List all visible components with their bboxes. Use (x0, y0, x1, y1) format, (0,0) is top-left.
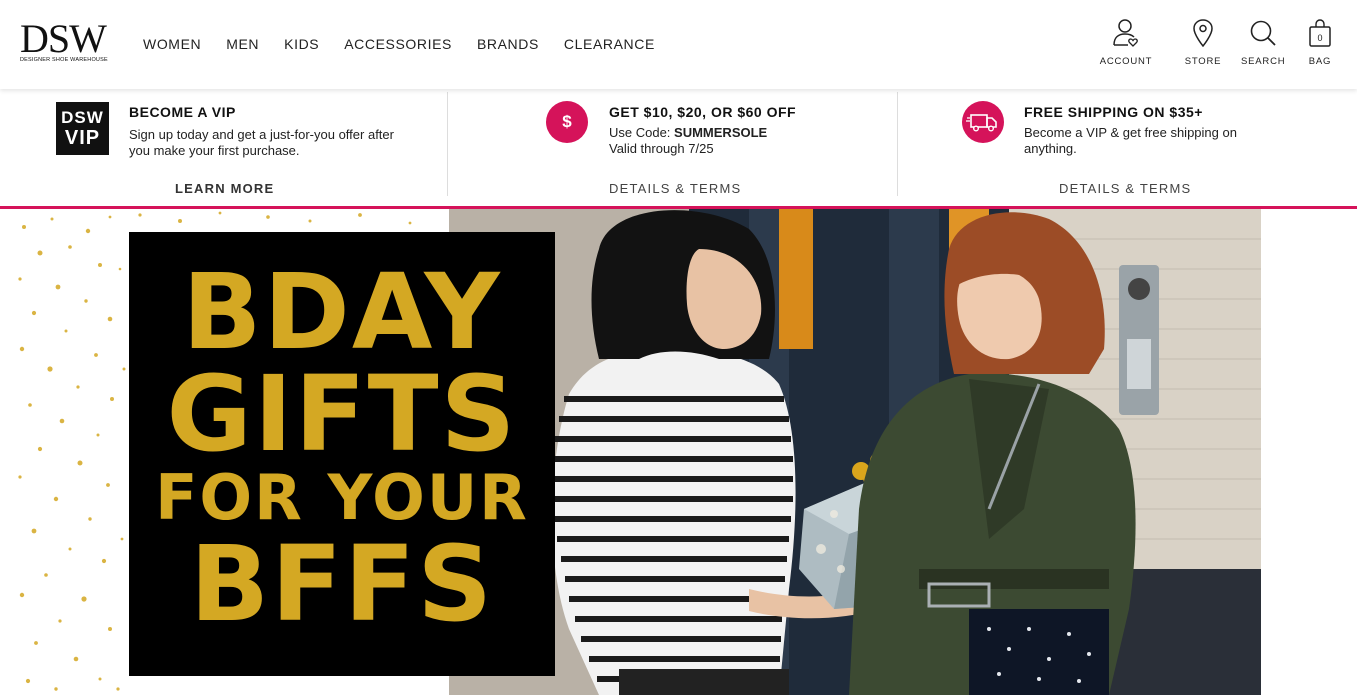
bday-promo-panel[interactable]: BDAY GIFTS FOR YOUR BFFS (129, 232, 555, 676)
hero-headline-line1: BDAY (182, 251, 502, 373)
hero-headline-line3: FOR YOUR (155, 461, 529, 534)
account-icon (1113, 19, 1138, 47)
dsw-logo[interactable]: DSW DESIGNER SHOE WAREHOUSE (20, 16, 120, 64)
vip-learn-more-link[interactable]: LEARN MORE (175, 181, 274, 196)
hero-headline-line2: GIFTS (166, 353, 518, 475)
offer-code-line: Use Code: SUMMERSOLE (609, 125, 767, 141)
nav-women[interactable]: WOMEN (143, 36, 201, 52)
store-button[interactable]: STORE (1183, 18, 1223, 67)
nav-brands[interactable]: BRANDS (477, 36, 539, 52)
bag-label: BAG (1308, 56, 1332, 67)
search-icon (1250, 20, 1276, 46)
offer-code: SUMMERSOLE (674, 125, 768, 140)
site-header: DSW DESIGNER SHOE WAREHOUSE WOMEN MEN KI… (0, 0, 1357, 89)
bag-count: 0 (1317, 33, 1322, 43)
offer-validity: Valid through 7/25 (609, 141, 714, 156)
hero-photo-illustration (449, 209, 1261, 695)
logo-wordmark: DSW (20, 16, 107, 61)
offer-title: GET $10, $20, OR $60 OFF (609, 104, 797, 120)
nav-clearance[interactable]: CLEARANCE (564, 36, 655, 52)
vip-description: Sign up today and get a just-for-you off… (129, 127, 394, 158)
delivery-truck-icon (962, 101, 1004, 143)
hero-headline-line4: BFFS (189, 523, 495, 645)
logo-tagline: DESIGNER SHOE WAREHOUSE (20, 57, 108, 63)
promo-offer: $ GET $10, $20, OR $60 OFF Use Code: SUM… (448, 89, 897, 197)
hero-photo-friends-gift (449, 209, 1261, 695)
hero-banner[interactable]: BDAY GIFTS FOR YOUR BFFS (0, 209, 1357, 695)
promo-bar: DSW VIP BECOME A VIP Sign up today and g… (0, 89, 1357, 207)
shipping-title: FREE SHIPPING ON $35+ (1024, 104, 1203, 120)
account-label: ACCOUNT (1099, 56, 1153, 67)
main-nav: WOMEN MEN KIDS ACCESSORIES BRANDS CLEARA… (143, 36, 680, 52)
vip-title: BECOME A VIP (129, 104, 236, 120)
bag-button[interactable]: 0 BAG (1307, 18, 1333, 67)
nav-accessories[interactable]: ACCESSORIES (344, 36, 452, 52)
shipping-details-link[interactable]: DETAILS & TERMS (1059, 181, 1191, 196)
offer-details-link[interactable]: DETAILS & TERMS (609, 181, 741, 196)
vip-badge-line2: VIP (64, 127, 101, 149)
bag-icon: 0 (1309, 19, 1331, 47)
dsw-vip-badge-icon: DSW VIP (56, 102, 109, 155)
promo-shipping: FREE SHIPPING ON $35+ Become a VIP & get… (898, 89, 1357, 197)
nav-kids[interactable]: KIDS (284, 36, 319, 52)
nav-men[interactable]: MEN (226, 36, 259, 52)
search-label: SEARCH (1241, 56, 1286, 67)
store-location-icon (1193, 19, 1213, 48)
account-button[interactable]: ACCOUNT (1098, 18, 1154, 67)
dollar-icon: $ (546, 101, 588, 143)
shipping-description: Become a VIP & get free shipping on anyt… (1024, 125, 1237, 156)
store-label: STORE (1184, 56, 1222, 67)
search-button[interactable]: SEARCH (1241, 18, 1285, 67)
promo-vip: DSW VIP BECOME A VIP Sign up today and g… (0, 89, 447, 197)
offer-code-prefix: Use Code: (609, 125, 675, 140)
vip-badge-line1: DSW (61, 108, 104, 127)
